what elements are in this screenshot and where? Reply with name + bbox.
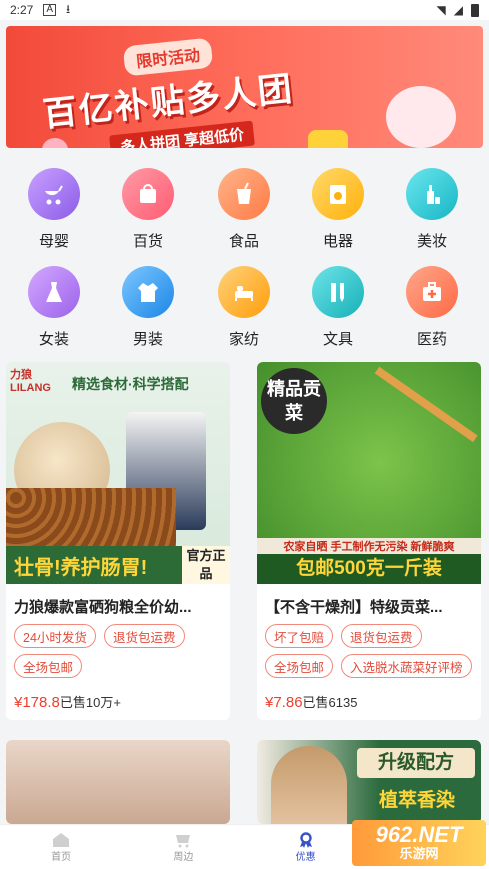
product-title: 【不含干燥剂】特级贡菜... xyxy=(265,599,443,616)
status-time: 2:27 xyxy=(10,3,34,17)
product-card[interactable]: 力狼 LILANG 精选食材·科学搭配 壮骨!养护肠胃! 官方正品 力狼爆款富硒… xyxy=(6,362,230,720)
category-item-nanzhuang[interactable]: 男装 xyxy=(108,266,188,349)
category-label: 文具 xyxy=(322,331,353,348)
image-badge: 官方正品 xyxy=(182,546,230,584)
category-item-baihuo[interactable]: 百货 xyxy=(108,168,188,251)
image-headline: 升级配方 xyxy=(357,748,475,778)
banner-headline: 百亿补贴多人团 xyxy=(41,69,296,135)
category-label: 食品 xyxy=(228,233,259,250)
tab-label: 周边 xyxy=(173,851,194,863)
product-sold: 已售10万+ xyxy=(59,695,121,710)
download-icon: ⭳ xyxy=(66,1,71,16)
shirt-icon xyxy=(122,266,174,318)
mascot-ghost-icon xyxy=(386,86,456,148)
category-item-jiafang[interactable]: 家纺 xyxy=(204,266,284,349)
stroller-icon xyxy=(28,168,80,220)
image-headline: 精选食材·科学搭配 xyxy=(72,376,189,392)
product-tag: 坏了包赔 xyxy=(265,624,334,648)
product-card[interactable] xyxy=(6,740,230,824)
product-card[interactable]: 升级配方 植萃香染 xyxy=(257,740,481,824)
promo-banner[interactable]: 限时活动 百亿补贴多人团 多人拼团 享超低价 xyxy=(6,26,483,148)
category-label: 女装 xyxy=(38,331,69,348)
product-price: ¥7.86 xyxy=(265,694,303,711)
tab-label: 优惠 xyxy=(295,851,316,863)
product-image: 精品贡菜 农家自晒 手工制作无污染 新鲜脆爽 包邮500克一斤装 xyxy=(257,362,481,584)
wifi-icon: ◥ xyxy=(436,3,446,17)
brand-logo: 力狼 LILANG xyxy=(10,369,51,394)
status-bar: 2:27 A ⭳ ◥ ◢ xyxy=(0,0,489,20)
signal-icon: ◢ xyxy=(453,3,463,17)
product-tag: 全场包邮 xyxy=(265,654,334,678)
woman-portrait-image xyxy=(271,746,347,824)
watermark-text: 962.NET xyxy=(375,822,463,847)
product-card[interactable]: 精品贡菜 农家自晒 手工制作无污染 新鲜脆爽 包邮500克一斤装 【不含干燥剂】… xyxy=(257,362,481,720)
category-item-meizhuang[interactable]: 美妆 xyxy=(392,168,472,251)
product-image xyxy=(6,740,230,824)
category-label: 医药 xyxy=(416,331,447,348)
image-text-line: 植萃香染 xyxy=(378,790,455,811)
category-item-dianqi[interactable]: 电器 xyxy=(298,168,378,251)
product-image: 升级配方 植萃香染 xyxy=(257,740,481,824)
medical-kit-icon xyxy=(406,266,458,318)
coupon-icon xyxy=(299,831,312,848)
home-icon xyxy=(53,832,70,847)
notification-a-icon: A xyxy=(43,4,57,16)
tab-home[interactable]: 首页 xyxy=(0,825,122,869)
chopsticks-image xyxy=(374,366,478,443)
category-item-muying[interactable]: 母婴 xyxy=(14,168,94,251)
category-grid: 母婴 百货 食品 电器 美妆 女装 男装 家纺 文具 医药 xyxy=(0,160,489,352)
nearby-icon xyxy=(176,834,191,847)
watermark-sub: 乐游网 xyxy=(399,846,439,861)
category-item-wenju[interactable]: 文具 xyxy=(298,266,378,349)
tab-coupon[interactable]: 优惠 xyxy=(245,825,367,869)
category-label: 百货 xyxy=(132,233,163,250)
product-image: 力狼 LILANG 精选食材·科学搭配 壮骨!养护肠胃! 官方正品 xyxy=(6,362,230,584)
image-bottom-banner: 包邮500克一斤装 xyxy=(257,554,481,584)
product-tag: 退货包运费 xyxy=(341,624,422,648)
tab-nearby[interactable]: 周边 xyxy=(122,825,244,869)
product-price-row: ¥178.8已售10万+ xyxy=(14,692,121,711)
battery-icon xyxy=(471,3,479,17)
category-item-nvzhuang[interactable]: 女装 xyxy=(14,266,94,349)
product-tag: 入选脱水蔬菜好评榜 xyxy=(341,654,472,678)
category-label: 电器 xyxy=(322,233,353,250)
image-bottom-banner: 壮骨!养护肠胃! xyxy=(6,546,182,584)
category-item-shipin[interactable]: 食品 xyxy=(204,168,284,251)
bed-icon xyxy=(218,266,270,318)
site-watermark-logo: 962.NET 乐游网 xyxy=(352,820,486,866)
product-sold: 已售6135 xyxy=(302,695,358,710)
image-headline: 精品贡菜 xyxy=(261,368,327,434)
category-label: 母婴 xyxy=(38,233,69,250)
category-label: 美妆 xyxy=(416,233,447,250)
product-title: 力狼爆款富硒狗粮全价幼... xyxy=(14,599,192,616)
product-price: ¥178.8 xyxy=(14,694,60,711)
category-label: 男装 xyxy=(132,331,163,348)
category-label: 家纺 xyxy=(228,331,259,348)
product-tag: 全场包邮 xyxy=(14,654,83,678)
washing-machine-icon xyxy=(312,168,364,220)
product-tag: 24小时发货 xyxy=(14,624,96,648)
mascot-pig-icon xyxy=(42,138,68,148)
product-price-row: ¥7.86已售6135 xyxy=(265,692,357,711)
drink-cup-icon xyxy=(218,168,270,220)
tab-label: 首页 xyxy=(51,851,72,863)
category-item-yiyao[interactable]: 医药 xyxy=(392,266,472,349)
product-tag: 退货包运费 xyxy=(104,624,185,648)
kibble-image xyxy=(6,488,176,546)
dress-icon xyxy=(28,266,80,318)
shopping-bag-icon xyxy=(122,168,174,220)
cosmetics-icon xyxy=(406,168,458,220)
ruler-pen-icon xyxy=(312,266,364,318)
mascot-cube-icon xyxy=(308,130,348,148)
